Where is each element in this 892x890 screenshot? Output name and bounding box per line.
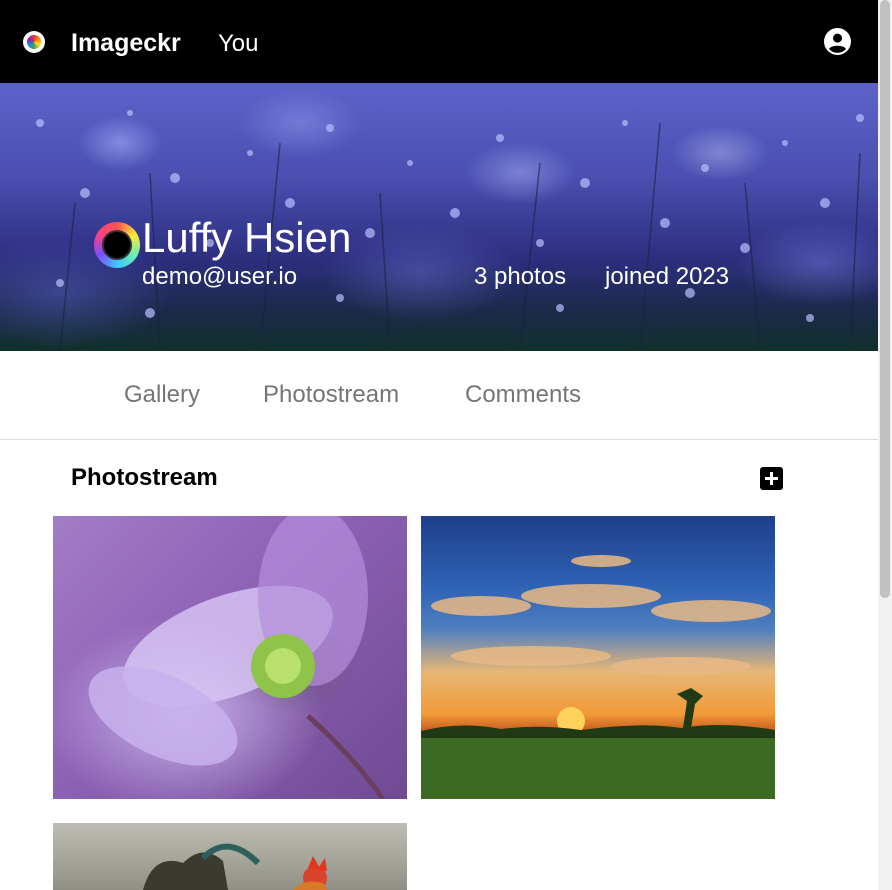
avatar[interactable] [94,222,140,268]
section-title: Photostream [71,464,218,491]
tab-comments[interactable]: Comments [465,381,581,409]
profile-email: demo@user.io [142,263,298,290]
nav-you-link[interactable]: You [218,30,259,58]
photo-tile-sunset[interactable] [421,516,775,799]
sunset-illustration [421,555,775,799]
profile-name: Luffy Hsien [142,214,352,261]
photo-tile-flower[interactable] [53,516,407,799]
profile-tabs: Gallery Photostream Comments [0,351,878,440]
add-photo-button[interactable] [760,467,783,490]
banner-flower-texture [36,110,864,351]
account-circle-icon[interactable] [824,28,851,55]
avatar-ring-icon [102,230,132,260]
joined-year: joined 2023 [605,263,730,290]
page-scrollbar[interactable] [878,0,892,890]
rooster-illustration [143,843,328,890]
photos-count: 3 photos [474,263,567,290]
flower-illustration [88,516,386,799]
tab-gallery[interactable]: Gallery [124,381,200,409]
page: Imageckr You Luffy Hsien demo@user.io 3 … [0,0,892,890]
imageckr-logo-icon[interactable] [23,31,45,53]
profile-banner: Luffy Hsien demo@user.io 3 photos joined… [0,83,878,351]
scrollbar-thumb[interactable] [880,0,890,598]
brand-name[interactable]: Imageckr [71,29,181,58]
top-navbar: Imageckr You [0,0,878,83]
tab-photostream[interactable]: Photostream [263,381,399,409]
photo-tile-rooster[interactable] [53,823,407,890]
plus-icon-vertical [770,472,773,485]
logo-color-wheel [27,35,41,49]
